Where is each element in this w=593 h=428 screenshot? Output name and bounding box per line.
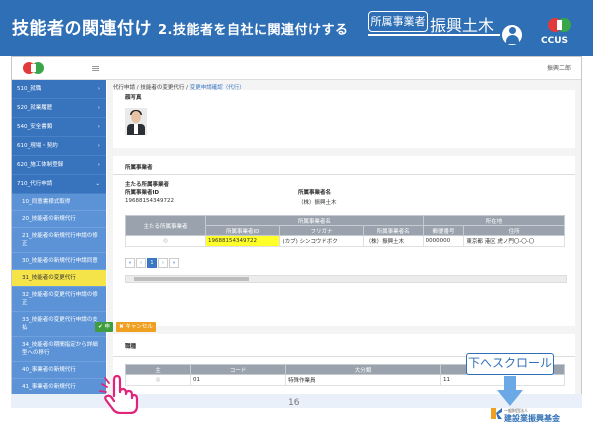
sidebar-item-daiko-shinsei[interactable]: 710_代行申請 ⌄ bbox=[12, 175, 106, 194]
cell-kana: (カブ) シンコウドボク bbox=[279, 235, 364, 247]
title-main: 技能者の関連付け bbox=[12, 19, 152, 39]
page-next-button[interactable]: › bbox=[158, 258, 168, 268]
app-logo-icon bbox=[23, 62, 44, 74]
affiliation-id-label: 所属事業者ID bbox=[125, 190, 160, 196]
th-kana: フリガナ bbox=[279, 225, 364, 236]
cell-major: 特殊作業員 bbox=[285, 374, 441, 386]
sidebar-subitem-ginosha-henko-shiharai[interactable]: 33_技能者の変更代行申請の支払 bbox=[12, 312, 106, 337]
cell-name: （株）振興土木 bbox=[362, 235, 424, 247]
cell-address: 東京都 港区 虎ノ門〇-〇-〇 bbox=[463, 235, 565, 247]
chevron-right-icon: › bbox=[97, 124, 100, 130]
sidebar-item-label: 540_安全書類 bbox=[17, 124, 53, 130]
title-banner: 技能者の関連付け 2.技能者を自社に関連付けする 所属事業者 振興土木 CCUS bbox=[0, 0, 593, 56]
th-id: 所属事業者ID bbox=[204, 225, 281, 236]
affiliation-name-value: （株）振興土木 bbox=[298, 200, 337, 206]
submit-button[interactable]: ✔ 申 bbox=[95, 322, 113, 332]
cell-zip: 0000000 bbox=[422, 235, 465, 247]
affiliation-panel: 所属事業者 主たる所属事業者 所属事業者ID 所属事業者名 1968815434… bbox=[113, 156, 575, 326]
photo-panel: 顔写真 bbox=[113, 90, 575, 148]
th-zip: 郵便番号 bbox=[422, 225, 465, 236]
affiliation-name-label: 所属事業者名 bbox=[298, 190, 332, 196]
footer-org-name: 一般財団法人 建設業振興基金 bbox=[504, 409, 560, 424]
sidebar-item-shushoku[interactable]: 510_就職 › bbox=[12, 80, 106, 99]
chevron-right-icon: › bbox=[97, 105, 100, 111]
main-affiliation-title: 主たる所属事業者 bbox=[125, 182, 170, 188]
sidebar-item-label: 510_就職 bbox=[17, 86, 42, 92]
jafc-logo-icon bbox=[491, 408, 502, 419]
th-group-name: 所属事業者名 bbox=[205, 215, 424, 226]
sidebar-subitem-ginosha-shinki[interactable]: 20_技能者の新規代行 bbox=[12, 211, 106, 228]
menu-toggle-icon[interactable]: ≡ bbox=[91, 62, 100, 75]
role-label: 所属事業者 bbox=[368, 11, 428, 32]
th-address: 住所 bbox=[463, 225, 565, 236]
user-name[interactable]: 振興二郎 bbox=[547, 63, 571, 72]
affiliation-section-title: 所属事業者 bbox=[125, 165, 153, 171]
sidebar-item-label: 710_代行申請 bbox=[17, 181, 53, 187]
cancel-button[interactable]: ✖ キャンセル bbox=[116, 322, 156, 332]
sidebar-item-label: 520_就業履歴 bbox=[17, 105, 53, 111]
th-main: 主 bbox=[125, 364, 191, 375]
page-number: 16 bbox=[288, 398, 300, 408]
horizontal-scrollbar[interactable] bbox=[125, 275, 567, 283]
th-main-affiliation: 主たる所属事業者 bbox=[125, 215, 206, 236]
main-affiliation-radio[interactable]: ◎ bbox=[125, 235, 206, 247]
company-name: 振興土木 bbox=[430, 16, 495, 35]
pagination: « ‹ 1 › » bbox=[125, 258, 180, 268]
sidebar-subitem-ginosha-henko[interactable]: 31_技能者の変更代行 bbox=[12, 270, 106, 287]
th-code: コード bbox=[190, 364, 286, 375]
th-major: 大分類 bbox=[285, 364, 441, 375]
title-subtitle: 2.技能者を自社に関連付けする bbox=[158, 23, 349, 38]
sidebar-item-shugyo-rireki[interactable]: 520_就業履歴 › bbox=[12, 99, 106, 118]
sidebar: 510_就職 › 520_就業履歴 › 540_安全書類 › 610_現場・契約 › 6… bbox=[12, 80, 106, 407]
sidebar-item-label: 610_現場・契約 bbox=[17, 143, 58, 149]
sidebar-subitem-ginosha-shinki-doi[interactable]: 30_技能者の新規代行申請同意 bbox=[12, 253, 106, 270]
cell-code: 01 bbox=[190, 374, 286, 386]
sidebar-subitem-ginosha-shinki-shusei[interactable]: 21_技能者の新規代行申請の修正 bbox=[12, 228, 106, 253]
sidebar-subitem-jigyosha-shinki[interactable]: 40_事業者の新規代行 bbox=[12, 362, 106, 379]
scrollbar-thumb[interactable] bbox=[134, 277, 249, 281]
sidebar-subitem-ginosha-henko-shusei[interactable]: 32_技能者の変更代行申請の修正 bbox=[12, 287, 106, 312]
company-underline bbox=[368, 34, 500, 36]
footer-org-small: 一般財団法人 bbox=[504, 408, 528, 413]
sidebar-item-anzen-shorui[interactable]: 540_安全書類 › bbox=[12, 118, 106, 137]
th-group-address: 所在地 bbox=[422, 215, 566, 226]
company-user-icon bbox=[501, 24, 523, 46]
page-1-button[interactable]: 1 bbox=[147, 258, 157, 268]
cell-id: 19688154349722 bbox=[204, 235, 281, 247]
app-header: ≡ 振興二郎 bbox=[12, 57, 581, 80]
affiliation-table: 主たる所属事業者 所属事業者名 所在地 所属事業者ID フリガナ 所属事業者名 … bbox=[125, 215, 566, 247]
slide-title: 技能者の関連付け 2.技能者を自社に関連付けする bbox=[12, 14, 348, 39]
page-prev-button[interactable]: ‹ bbox=[136, 258, 146, 268]
pointing-hand-icon bbox=[99, 374, 139, 414]
divider bbox=[113, 174, 575, 175]
sidebar-subitem-doisho[interactable]: 10_同意書様式取得 bbox=[12, 194, 106, 211]
page-last-button[interactable]: » bbox=[169, 258, 179, 268]
worker-photo bbox=[125, 108, 147, 135]
affiliation-id-value: 19688154349722 bbox=[125, 198, 174, 204]
arrow-down-icon bbox=[497, 376, 523, 406]
th-name: 所属事業者名 bbox=[362, 225, 424, 236]
occupation-section-title: 職種 bbox=[125, 344, 137, 350]
photo-label: 顔写真 bbox=[125, 95, 142, 101]
sidebar-item-seko-taisei[interactable]: 620_施工体制登録 › bbox=[12, 156, 106, 175]
footer-org-label: 建設業振興基金 bbox=[504, 414, 560, 423]
scroll-down-callout: 下へスクロール bbox=[466, 353, 554, 375]
chevron-right-icon: › bbox=[97, 162, 100, 168]
sidebar-item-genba-keiyaku[interactable]: 610_現場・契約 › bbox=[12, 137, 106, 156]
slide: 技能者の関連付け 2.技能者を自社に関連付けする 所属事業者 振興土木 CCUS … bbox=[0, 0, 593, 428]
chevron-right-icon: › bbox=[97, 143, 100, 149]
page-first-button[interactable]: « bbox=[125, 258, 135, 268]
ccus-label: CCUS bbox=[541, 36, 568, 46]
sidebar-item-label: 620_施工体制登録 bbox=[17, 162, 64, 168]
chevron-right-icon: › bbox=[97, 86, 100, 92]
sidebar-subitem-ginosha-ikou[interactable]: 34_技能者の期間指定から詳細型への移行 bbox=[12, 337, 106, 362]
chevron-down-icon: ⌄ bbox=[95, 181, 100, 187]
table-row: ◎ 19688154349722 (カブ) シンコウドボク （株）振興土木 00… bbox=[125, 235, 565, 247]
